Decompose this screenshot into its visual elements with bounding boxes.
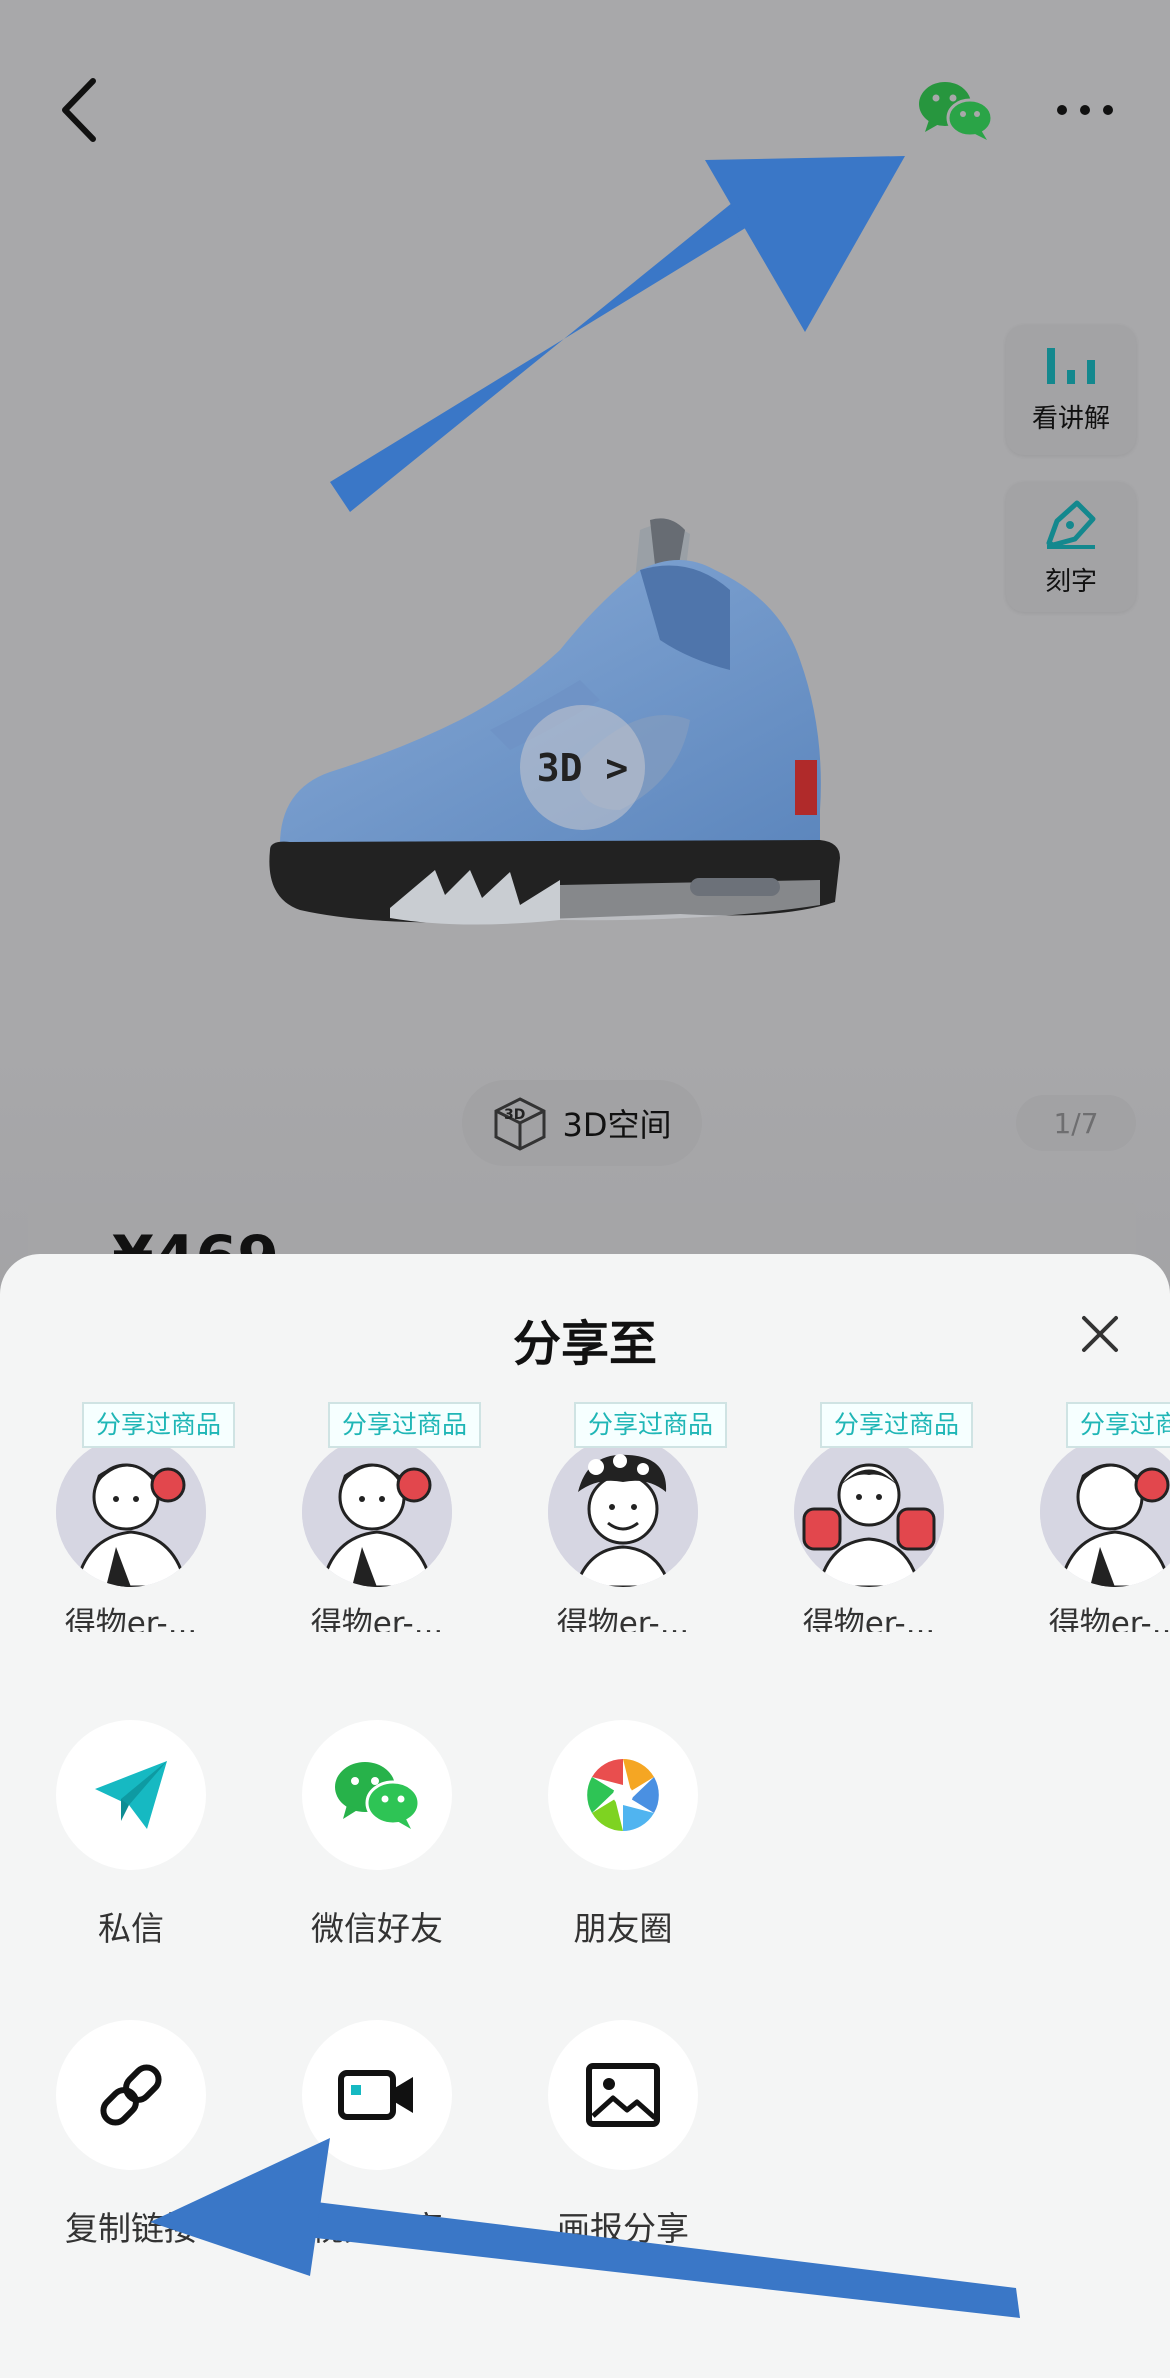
poster-share-button[interactable]: 画报分享: [500, 2020, 746, 2250]
contact-name: 得物er-...: [310, 1606, 444, 1632]
pen-nib-icon: [1046, 500, 1096, 549]
cube-icon: 3D: [494, 1097, 546, 1151]
avatar-illustration: [1040, 1437, 1170, 1587]
more-button[interactable]: [1040, 80, 1130, 140]
image-page-indicator: 1/7: [1016, 1095, 1136, 1151]
close-button[interactable]: [1070, 1304, 1130, 1364]
engrave-label: 刻字: [1044, 566, 1097, 597]
more-dots-icon: [1057, 105, 1113, 115]
avatar-illustration: [302, 1437, 452, 1587]
engrave-card[interactable]: 刻字: [1006, 482, 1136, 612]
private-message-label: 私信: [98, 1909, 164, 1948]
contact-name: 得物er-...: [556, 1606, 690, 1632]
video-camera-icon: [338, 2070, 413, 2120]
shared-product-tag: 分享过商品: [1066, 1402, 1170, 1448]
video-share-circle: [302, 2020, 452, 2170]
recent-contacts-row: 分享过商品 得物er-... 分享过商品 得物er-... 分享过商品 得物er…: [0, 1402, 1170, 1632]
avatar: [794, 1437, 944, 1587]
avatar-illustration: [548, 1437, 698, 1587]
avatar: [302, 1437, 452, 1587]
avatar-illustration: [56, 1437, 206, 1587]
contact-item[interactable]: 分享过商品 得物er-...: [520, 1402, 728, 1632]
contact-name: 得物er-...: [64, 1606, 198, 1632]
contact-item[interactable]: 分享过商品 得物er-...: [28, 1402, 236, 1632]
3d-space-button[interactable]: 3D 3D空间: [462, 1080, 702, 1166]
private-message-circle: [56, 1720, 206, 1870]
poster-share-label: 画报分享: [557, 2209, 689, 2248]
video-share-button[interactable]: 视频分享: [254, 2020, 500, 2250]
wechat-icon: [919, 82, 994, 140]
avatar-illustration: [794, 1437, 944, 1587]
shared-product-tag: 分享过商品: [328, 1402, 482, 1448]
shared-product-tag: 分享过商品: [820, 1402, 974, 1448]
moments-button[interactable]: 朋友圈: [500, 1720, 746, 1950]
chevron-left-icon: [62, 78, 96, 142]
explain-card[interactable]: 看讲解: [1006, 325, 1136, 455]
audio-bars-icon: [1047, 347, 1095, 384]
wechat-share-button[interactable]: [910, 70, 1000, 150]
moments-label: 朋友圈: [573, 1909, 673, 1948]
avatar: [56, 1437, 206, 1587]
copy-link-button[interactable]: 复制链接: [8, 2020, 254, 2250]
avatar: [1040, 1437, 1170, 1587]
wechat-icon: [335, 1762, 421, 1829]
svg-text:3D: 3D: [504, 1107, 525, 1123]
wechat-friends-circle: [302, 1720, 452, 1870]
contact-name: 得物er-...: [802, 1606, 936, 1632]
wechat-friends-button[interactable]: 微信好友: [254, 1720, 500, 1950]
view-3d-badge[interactable]: 3D >: [520, 705, 645, 830]
explain-label: 看讲解: [1031, 403, 1110, 434]
shared-product-tag: 分享过商品: [574, 1402, 728, 1448]
shared-product-tag: 分享过商品: [82, 1402, 236, 1448]
copy-link-label: 复制链接: [65, 2209, 197, 2248]
image-icon: [586, 2063, 660, 2127]
copy-link-circle: [56, 2020, 206, 2170]
wechat-friends-label: 微信好友: [311, 1909, 443, 1948]
private-message-button[interactable]: 私信: [8, 1720, 254, 1950]
3d-space-label: 3D空间: [562, 1106, 672, 1144]
contact-item[interactable]: 分享过商品 得物er-...: [1012, 1402, 1170, 1632]
poster-share-circle: [548, 2020, 698, 2170]
close-icon: [1082, 1316, 1118, 1352]
video-share-label: 视频分享: [311, 2209, 443, 2248]
contact-name: 得物er-...: [1048, 1606, 1170, 1632]
avatar: [548, 1437, 698, 1587]
link-icon: [100, 2064, 162, 2126]
moments-aperture-icon: [587, 1759, 659, 1831]
product-area: 看讲解 刻字 3D > 3D 3D空间 1/7: [0, 0, 1170, 1323]
share-sheet: 分享至 分享过商品 得物er-... 分享过商品 得物er-... 分享过商品 …: [0, 1254, 1170, 2378]
share-sheet-title: 分享至: [512, 1316, 657, 1372]
contact-item[interactable]: 分享过商品 得物er-...: [766, 1402, 974, 1632]
back-button[interactable]: [40, 60, 120, 160]
contact-item[interactable]: 分享过商品 得物er-...: [274, 1402, 482, 1632]
paper-plane-icon: [95, 1761, 167, 1829]
moments-circle: [548, 1720, 698, 1870]
